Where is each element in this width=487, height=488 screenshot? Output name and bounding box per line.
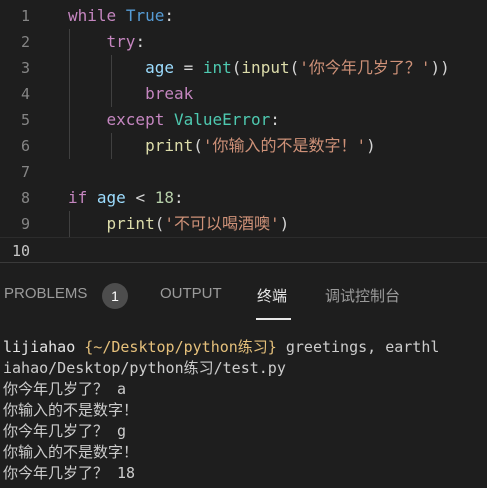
indent-guide [111,133,112,159]
code-line[interactable]: 8 if age < 18: [0,185,487,211]
line-number: 7 [20,163,30,181]
terminal-prompt-line: lijiahao {~/Desktop/python练习} greetings,… [3,337,439,358]
terminal-line: 你输入的不是数字！ [3,443,139,461]
line-number: 8 [20,189,30,207]
terminal-output[interactable]: lijiahao {~/Desktop/python练习} greetings,… [0,337,487,488]
line-number: 1 [20,7,30,25]
prompt-command: greetings, earthl [285,338,440,356]
code-text: while True: [68,6,174,25]
line-number: 10 [11,242,30,260]
tab-debug-console[interactable]: 调试控制台 [325,285,400,306]
indent-guide [69,211,70,237]
line-number: 3 [20,59,30,77]
code-text: except ValueError: [106,110,280,129]
line-number: 9 [20,215,30,233]
code-line[interactable]: 10 [0,237,487,262]
code-line[interactable]: 1 while True: [0,3,487,29]
code-line[interactable]: 5 except ValueError: [0,107,487,133]
problems-count-badge: 1 [102,283,128,309]
line-number: 5 [20,111,30,129]
line-number: 6 [20,137,30,155]
code-text: if age < 18: [68,188,184,207]
tab-problems[interactable]: PROBLEMS [4,285,87,302]
indent-guide [111,55,112,107]
terminal-line: 你今年几岁了？ g [3,422,127,440]
prompt-user: lijiahao [3,338,76,356]
code-text: break [145,84,194,103]
code-line[interactable]: 2 try: [0,29,487,55]
tab-output[interactable]: OUTPUT [160,285,222,302]
line-number: 4 [20,85,30,103]
terminal-line: 你今年几岁了？ a [3,380,127,398]
terminal-line: 你今年几岁了？ 18 [3,464,136,482]
indent-guide [69,29,70,159]
active-tab-indicator [256,318,291,320]
line-number: 2 [20,33,30,51]
code-text: age = int(input('你今年几岁了？')) [145,58,450,77]
code-line[interactable]: 6 print('你输入的不是数字！') [0,133,487,159]
prompt-path: {~/Desktop/python练习} [84,338,277,356]
code-line[interactable]: 3 age = int(input('你今年几岁了？')) [0,55,487,81]
code-line[interactable]: 7 [0,159,487,185]
terminal-line: iahao/Desktop/python练习/test.py [3,359,286,377]
code-text: try: [106,32,146,51]
terminal-line: 你输入的不是数字！ [3,401,139,419]
tab-terminal[interactable]: 终端 [257,285,287,306]
bottom-panel: PROBLEMS 1 OUTPUT 终端 调试控制台 lijiahao {~/D… [0,262,487,487]
code-text: print('你输入的不是数字！') [145,136,376,155]
code-editor[interactable]: 1 while True: 2 try: 3 age = int(input('你今年… [0,0,487,262]
code-line[interactable]: 4 break [0,81,487,107]
code-text: print('不可以喝酒噢') [106,214,290,233]
panel-tabs: PROBLEMS 1 OUTPUT 终端 调试控制台 [0,263,487,329]
code-line[interactable]: 9 print('不可以喝酒噢') [0,211,487,237]
